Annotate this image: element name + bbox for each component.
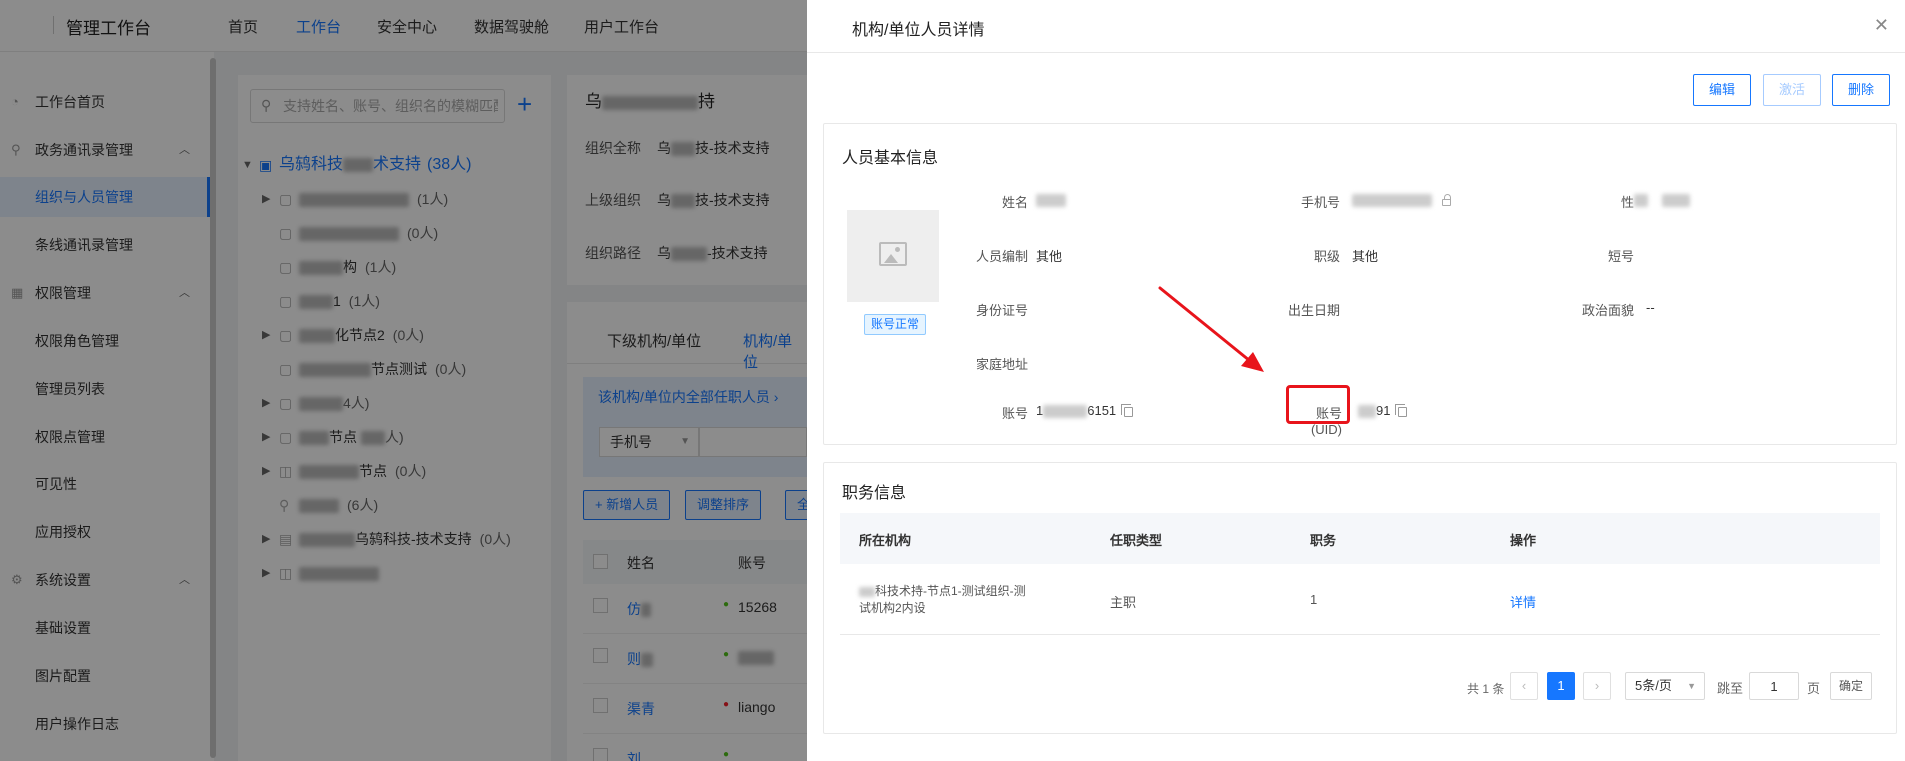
job-org-cell: 科技术持-节点1-测试组织-测 试机构2内设	[859, 583, 1079, 617]
caret-down-icon: ▼	[1687, 681, 1696, 691]
political-status-value: --	[1646, 300, 1655, 315]
redaction-blur	[1352, 194, 1432, 208]
job-position-value: 1	[1310, 592, 1318, 607]
redaction-blur	[1358, 405, 1376, 419]
rank-value: 其他	[1352, 249, 1379, 264]
account-value: 1 6151	[1036, 403, 1134, 419]
basic-info-title: 人员基本信息	[842, 150, 939, 167]
next-page-button[interactable]: ›	[1583, 672, 1611, 700]
lock-icon[interactable]	[1442, 194, 1451, 207]
page-button-1[interactable]: 1	[1547, 672, 1575, 700]
chevron-right-icon: ›	[1594, 678, 1600, 693]
avatar	[847, 210, 939, 302]
jump-label: 跳至	[1717, 681, 1744, 696]
job-type-value: 主职	[1110, 595, 1137, 610]
phone-value	[1352, 192, 1451, 208]
birth-date-label: 出生日期	[1287, 303, 1340, 318]
account-text: 6151	[1087, 403, 1117, 418]
staffing-label: 人员编制	[975, 249, 1028, 264]
uid-annotation-box	[1286, 385, 1350, 424]
page-size-select[interactable]: 5条/页 ▼	[1625, 672, 1705, 700]
modal-mask[interactable]	[0, 0, 807, 761]
phone-label: 手机号	[1300, 195, 1340, 210]
home-address-label: 家庭地址	[975, 357, 1028, 372]
copy-icon[interactable]	[1395, 403, 1408, 417]
staffing-value: 其他	[1036, 249, 1063, 264]
redaction-blur	[1036, 194, 1066, 208]
edit-button[interactable]: 编辑	[1693, 74, 1751, 106]
id-card-label: 身份证号	[975, 303, 1028, 318]
job-org-line: 试机构2内设	[859, 601, 926, 615]
page-size-value: 5条/页	[1635, 678, 1672, 693]
name-value	[1036, 192, 1066, 208]
copy-icon[interactable]	[1121, 403, 1134, 417]
political-status-label: 政治面貌	[1581, 303, 1634, 318]
job-org-text: 科技术持-节点1-测试组织-测	[875, 584, 1026, 598]
column-header-job-type: 任职类型	[1110, 533, 1163, 548]
redaction-blur	[1634, 194, 1648, 208]
redaction-blur	[1043, 405, 1088, 419]
column-header-position: 职务	[1310, 533, 1337, 548]
rank-label: 职级	[1313, 249, 1340, 264]
jump-page-input[interactable]	[1749, 672, 1799, 700]
table-row: 科技术持-节点1-测试组织-测 试机构2内设 主职 1 详情	[840, 564, 1880, 635]
drawer-title: 机构/单位人员详情	[852, 22, 985, 39]
jump-confirm-button[interactable]: 确定	[1830, 672, 1872, 700]
page-unit-label: 页	[1807, 681, 1821, 696]
activate-button[interactable]: 激活	[1763, 74, 1821, 106]
short-number-label: 短号	[1607, 249, 1634, 264]
column-header-actions: 操作	[1510, 533, 1537, 548]
drawer-header: 机构/单位人员详情 ✕	[807, 0, 1905, 53]
name-label: 姓名	[1001, 195, 1028, 210]
gender-value	[1634, 192, 1690, 208]
account-status-badge: 账号正常	[864, 314, 927, 335]
pagination-total: 共 1 条	[1467, 682, 1505, 696]
column-header-org: 所在机构	[859, 533, 912, 548]
uid-value: 91	[1358, 403, 1408, 419]
basic-info-card: 人员基本信息 账号正常 姓名 手机号 性 人员编制 其他 职级 其他 短号 身份…	[823, 123, 1897, 445]
prev-page-button[interactable]: ‹	[1510, 672, 1538, 700]
job-org-line: 科技术持-节点1-测试组织-测	[859, 583, 1079, 600]
member-detail-drawer: 机构/单位人员详情 ✕ 编辑 激活 删除 人员基本信息 账号正常 姓名 手机号 …	[807, 0, 1905, 761]
close-icon[interactable]: ✕	[1874, 15, 1889, 36]
chevron-left-icon: ‹	[1521, 678, 1527, 693]
redaction-blur	[1662, 194, 1690, 208]
image-placeholder-icon	[879, 242, 907, 266]
redaction-blur	[859, 586, 875, 597]
gender-label: 性	[1620, 195, 1634, 210]
delete-button[interactable]: 删除	[1832, 74, 1890, 106]
job-table-header: 所在机构 任职类型 职务 操作	[840, 513, 1880, 564]
job-detail-link[interactable]: 详情	[1510, 592, 1536, 611]
account-label: 账号	[1001, 406, 1028, 421]
uid-text: 91	[1376, 403, 1391, 418]
account-text: 1	[1036, 403, 1044, 418]
job-info-title: 职务信息	[842, 485, 907, 502]
